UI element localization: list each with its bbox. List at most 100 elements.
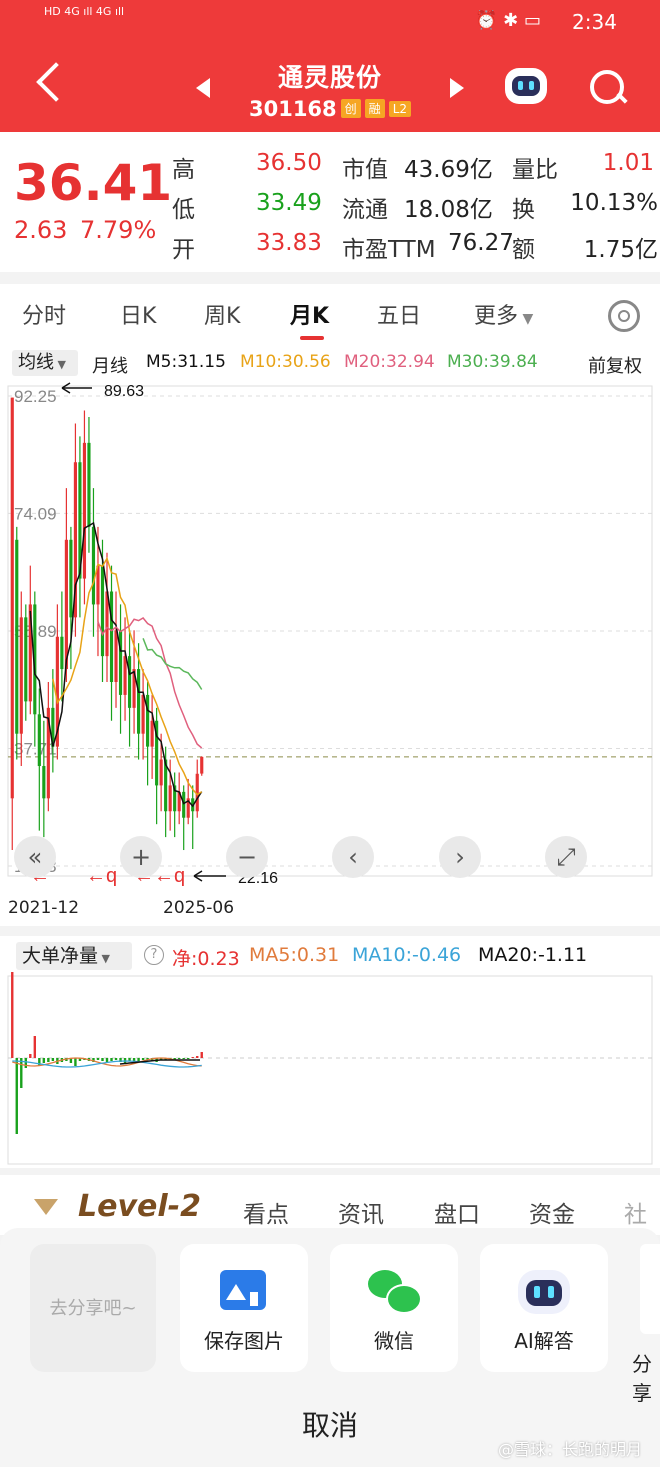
tab-weekly-k[interactable]: 周K (204, 298, 240, 330)
scroll-left-button[interactable]: ‹ (332, 836, 374, 878)
tag-chuang: 创 (340, 99, 361, 118)
kline-chart-panel: 均线 ▼ 月线 M5:31.15 M10:30.56 M20:32.94 M30… (0, 346, 660, 926)
label-market-cap: 市值 (342, 157, 388, 183)
indicator-frame (7, 975, 653, 1165)
l2-tab-community[interactable]: 社 (624, 1195, 647, 1229)
wechat-label: 微信 (374, 1329, 414, 1353)
label-amount: 额 (512, 237, 535, 263)
ma20-line (97, 617, 203, 749)
candle-body (69, 539, 73, 618)
diamond-icon (34, 1199, 58, 1215)
l2-tab-orderbook[interactable]: 盘口 (434, 1195, 480, 1229)
l2-tab-highlights[interactable]: 看点 (243, 1195, 289, 1229)
tab-more[interactable]: 更多 ▼ (474, 298, 533, 330)
candle-body (137, 669, 141, 734)
indicator-panel: 大单净量 ▼ ? 净:0.23 MA5:0.31 MA10:-0.46 MA20… (0, 936, 660, 1168)
candle-body (141, 694, 145, 734)
candle-body (118, 630, 123, 695)
tab-more-label: 更多 (474, 304, 519, 329)
next-stock-icon[interactable] (450, 78, 464, 98)
high-marker-label: 89.63 (104, 383, 144, 400)
candle-body (146, 694, 150, 747)
tab-intraday[interactable]: 分时 (22, 298, 66, 330)
value-high: 36.50 (256, 150, 322, 176)
scroll-right-button[interactable]: › (439, 836, 481, 878)
x-label-end: 2025-06 (163, 898, 235, 918)
candle-body (10, 397, 14, 799)
zoom-out-far-button[interactable]: « (14, 836, 56, 878)
label-open: 开 (172, 237, 195, 263)
level2-bar: Level-2 看点 资讯 盘口 资金 社 (0, 1175, 660, 1235)
value-pe-ttm: 76.27 (448, 230, 514, 256)
y-tick-label: 74.09 (14, 504, 57, 523)
candle-body (100, 565, 105, 657)
candle-body (91, 526, 96, 605)
fullscreen-button[interactable]: ⤢ (545, 836, 587, 878)
candle-body (60, 636, 64, 670)
search-icon[interactable] (590, 70, 624, 104)
candle-body (168, 785, 172, 812)
label-high: 高 (172, 157, 195, 183)
share-edge-label: 分享 (632, 1352, 652, 1405)
label-volume-ratio: 量比 (512, 157, 558, 183)
chevron-down-icon: ▼ (518, 311, 534, 327)
l2-tab-funds[interactable]: 资金 (529, 1195, 575, 1229)
zoom-in-button[interactable]: + (120, 836, 162, 878)
candle-body (87, 442, 91, 527)
candle-body (150, 720, 154, 747)
candle-body (114, 630, 118, 682)
ai-answer-option[interactable]: AI解答 (480, 1244, 608, 1372)
tab-daily-k[interactable]: 日K (120, 298, 156, 330)
top-header: HD 4G ıll 4G ıll ⏰ ✱ ▭ 2:34 通灵股份 301168 创… (0, 0, 660, 132)
active-tab-indicator (300, 336, 324, 340)
candle-body (123, 656, 127, 695)
network-indicator: HD 4G ıll 4G ıll (44, 5, 125, 18)
candle-body (200, 756, 204, 774)
save-image-option[interactable]: 保存图片 (180, 1244, 308, 1372)
candle-body (82, 442, 87, 579)
candle-body (182, 791, 186, 818)
robot-assistant-icon[interactable] (505, 68, 547, 104)
share-edge-thumbnail[interactable] (640, 1244, 660, 1334)
candle-body (109, 591, 114, 682)
quote-panel: 36.41 2.63 7.79% 高 36.50 市值 43.69亿 量比 1.… (0, 132, 660, 272)
tag-l2: L2 (388, 101, 412, 117)
save-image-icon (220, 1270, 266, 1310)
status-icons: ⏰ ✱ ▭ (475, 10, 541, 31)
handwritten-scribble: ←q (86, 865, 117, 887)
share-preview-label: 去分享吧~ (49, 1298, 137, 1319)
l2-tab-news[interactable]: 资讯 (338, 1195, 384, 1229)
current-price: 36.41 (14, 154, 173, 212)
zoom-out-button[interactable]: − (226, 836, 268, 878)
level2-brand: Level-2 (78, 1189, 201, 1224)
tab-monthly-k[interactable]: 月K (290, 298, 329, 330)
status-time: 2:34 (572, 10, 617, 34)
price-change-pct: 7.79% (80, 216, 157, 244)
value-open: 33.83 (256, 230, 322, 256)
label-float-cap: 流通 (342, 197, 388, 223)
value-market-cap: 43.69亿 (404, 157, 493, 183)
value-amount: 1.75亿 (583, 237, 658, 263)
share-preview[interactable]: 去分享吧~ (30, 1244, 156, 1372)
x-label-start: 2021-12 (8, 898, 80, 918)
stock-code-row: 301168 创融 L2 (0, 97, 660, 121)
tab-five-day[interactable]: 五日 (377, 298, 421, 330)
settings-icon[interactable] (608, 300, 640, 332)
stock-code: 301168 (248, 97, 337, 121)
value-turnover: 10.13% (570, 190, 658, 216)
stock-name: 通灵股份 (277, 63, 382, 92)
label-low: 低 (172, 197, 195, 223)
tag-rong: 融 (364, 99, 385, 118)
price-change: 2.63 (14, 216, 68, 244)
label-pe-ttm: 市盈TTM (342, 237, 436, 263)
wechat-icon (368, 1270, 422, 1314)
indicator-svg (7, 972, 653, 1165)
candle-body (37, 714, 41, 767)
candle-body (159, 759, 163, 786)
candle-body (42, 766, 46, 799)
wechat-option[interactable]: 微信 (330, 1244, 458, 1372)
candle-body (15, 539, 19, 734)
watermark: @雪球：长跑的明月 (497, 1440, 642, 1459)
candle-body (127, 656, 132, 708)
value-float-cap: 18.08亿 (404, 197, 493, 223)
